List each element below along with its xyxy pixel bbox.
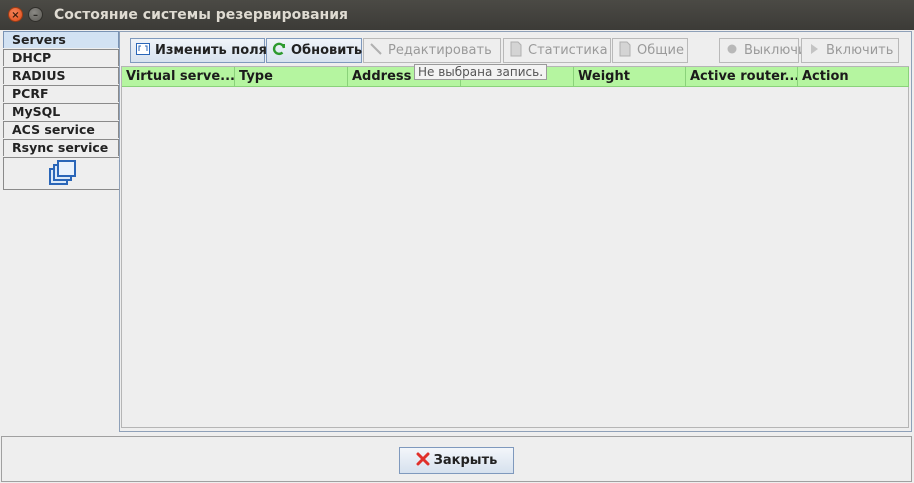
servers-table[interactable]: Virtual serve... Type Address Status Wei… [121, 66, 909, 428]
side-tab-mysql[interactable]: MySQL [3, 103, 119, 120]
tooltip: Не выбрана запись. [414, 64, 548, 80]
disable-button[interactable]: Выключить [719, 38, 822, 63]
refresh-label: Обновить [291, 43, 363, 58]
column-header-virtual-server[interactable]: Virtual serve... [122, 67, 235, 87]
general-button[interactable]: Общие [612, 38, 688, 63]
edit-fields-label: Изменить поля [155, 43, 268, 58]
enable-label: Включить [826, 43, 894, 58]
side-tab-servers[interactable]: Servers [3, 31, 119, 48]
close-dialog-button[interactable]: Закрыть [399, 447, 514, 474]
enable-button[interactable]: Включить [801, 38, 899, 63]
general-label: Общие [637, 43, 684, 58]
column-header-type[interactable]: Type [235, 67, 348, 87]
play-icon [811, 44, 818, 54]
side-tab-list: Servers DHCP RADIUS PCRF MySQL ACS servi… [3, 31, 119, 190]
close-icon [416, 452, 430, 466]
document-icon [510, 41, 522, 57]
column-header-action[interactable]: Action [798, 67, 909, 87]
document-icon [619, 41, 631, 57]
edit-fields-icon [136, 43, 150, 55]
stop-icon [727, 44, 737, 54]
statistics-button[interactable]: Статистика [503, 38, 611, 63]
column-header-active-router[interactable]: Active router... [686, 67, 798, 87]
close-icon: × [11, 10, 20, 21]
windows-stack-icon [49, 160, 76, 185]
side-tab-radius[interactable]: RADIUS [3, 67, 119, 84]
refresh-icon [272, 42, 286, 56]
side-tab-rsync-service[interactable]: Rsync service [3, 139, 119, 156]
edit-fields-button[interactable]: Изменить поля [130, 38, 268, 63]
window-minimize-button[interactable]: – [28, 7, 43, 22]
side-tab-pcrf[interactable]: PCRF [3, 85, 119, 102]
detach-tabs-button[interactable] [3, 157, 119, 190]
refresh-button[interactable]: Обновить [266, 38, 362, 63]
column-header-weight[interactable]: Weight [574, 67, 686, 87]
close-dialog-label: Закрыть [433, 453, 498, 468]
statistics-label: Статистика [528, 43, 608, 58]
window-title: Состояние системы резервирования [54, 7, 349, 23]
side-tab-acs-service[interactable]: ACS service [3, 121, 119, 138]
minimize-icon: – [33, 10, 38, 21]
window-close-button[interactable]: × [8, 7, 23, 22]
side-tab-dhcp[interactable]: DHCP [3, 49, 119, 66]
pencil-icon [370, 43, 382, 55]
edit-label: Редактировать [388, 43, 492, 58]
window-titlebar[interactable]: × – Состояние системы резервирования [0, 0, 914, 30]
toolbar: Изменить поля Обновить Редактировать Ста… [130, 38, 902, 64]
edit-button[interactable]: Редактировать [363, 38, 501, 63]
